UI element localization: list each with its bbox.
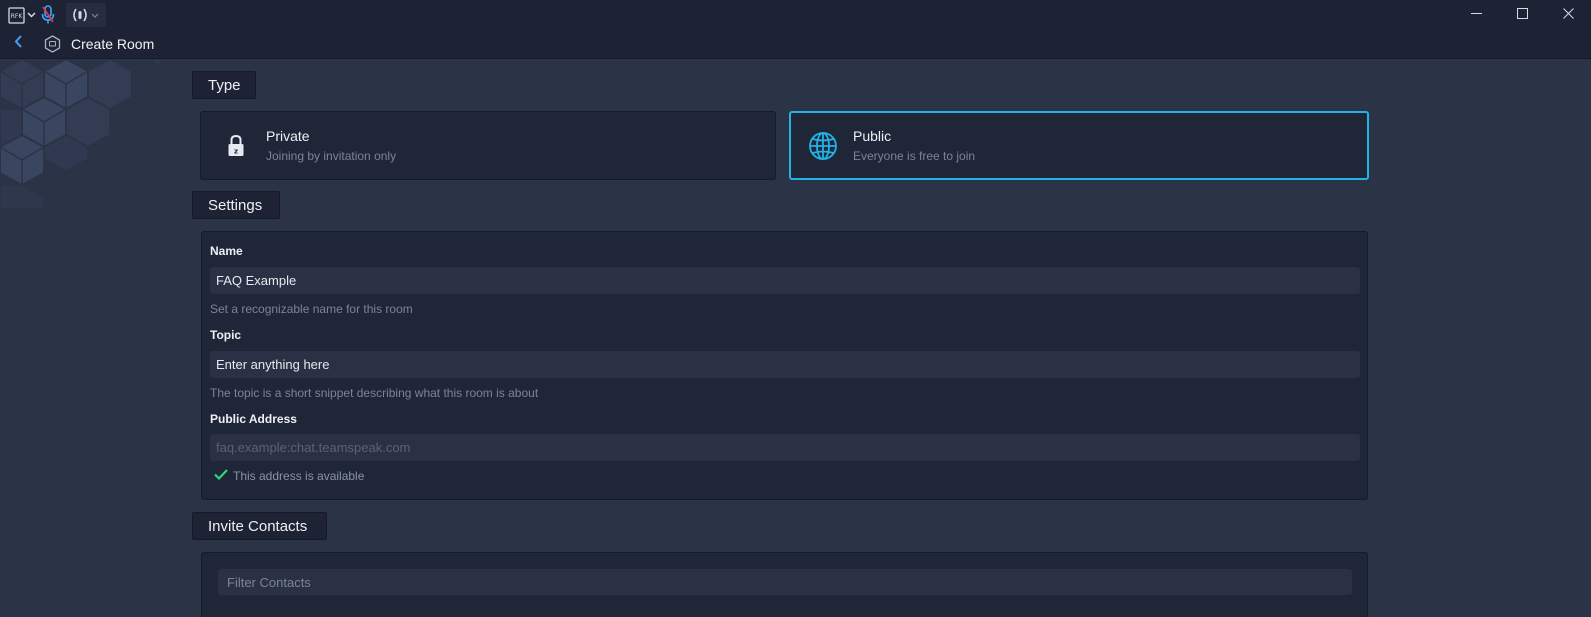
topic-input[interactable]: Enter anything here (210, 351, 1360, 378)
public-address-label: Public Address (210, 412, 297, 426)
back-button[interactable] (0, 30, 36, 59)
address-status-text: This address is available (233, 469, 365, 483)
section-heading-invite-contacts: Invite Contacts (192, 512, 327, 540)
minimize-button[interactable] (1453, 0, 1499, 30)
minimize-icon (1470, 6, 1482, 24)
type-option-subtitle: Joining by invitation only (266, 149, 397, 163)
lock-icon: z (221, 131, 251, 161)
filter-contacts-input[interactable]: Filter Contacts (218, 569, 1352, 595)
maximize-button[interactable] (1499, 0, 1545, 30)
bookmarks-menu[interactable]: RFK (6, 5, 36, 25)
push-to-talk-toggle[interactable] (66, 3, 106, 27)
close-button[interactable] (1545, 0, 1591, 30)
type-option-subtitle: Everyone is free to join (853, 149, 976, 163)
title-bar: RFK (0, 0, 1591, 30)
maximize-icon (1516, 6, 1528, 24)
type-option-title: Public (853, 128, 892, 144)
section-heading-type: Type (192, 71, 256, 99)
bookmark-rfk-icon[interactable]: RFK (6, 5, 26, 25)
room-hex-icon (42, 34, 62, 54)
type-option-public[interactable]: Public Everyone is free to join (789, 111, 1369, 180)
public-address-input[interactable]: faq.example:chat.teamspeak.com (210, 434, 1360, 461)
chevron-down-icon[interactable] (90, 5, 100, 25)
svg-text:z: z (234, 147, 238, 155)
chevron-down-icon[interactable] (26, 5, 36, 25)
topic-help-text: The topic is a short snippet describing … (210, 386, 539, 400)
address-availability: This address is available (214, 469, 364, 483)
name-label: Name (210, 244, 243, 258)
globe-icon (808, 131, 838, 161)
section-heading-settings: Settings (192, 191, 280, 219)
topic-label: Topic (210, 328, 242, 342)
name-help-text: Set a recognizable name for this room (210, 302, 413, 316)
chevron-left-icon (14, 35, 23, 53)
name-input[interactable]: FAQ Example (210, 267, 1360, 294)
type-option-private[interactable]: z Private Joining by invitation only (200, 111, 776, 180)
close-icon (1562, 6, 1574, 24)
hexagon-pattern-decoration (0, 59, 160, 209)
page-title: Create Room (71, 36, 155, 52)
checkmark-icon (214, 469, 228, 483)
page-header: Create Room (0, 30, 1591, 59)
invite-contacts-panel: Filter Contacts (201, 552, 1368, 617)
push-to-talk-icon (70, 5, 90, 25)
svg-text:RFK: RFK (10, 13, 23, 20)
microphone-icon[interactable] (38, 5, 58, 25)
type-option-title: Private (266, 128, 310, 144)
settings-panel: Name FAQ Example Set a recognizable name… (201, 231, 1368, 500)
